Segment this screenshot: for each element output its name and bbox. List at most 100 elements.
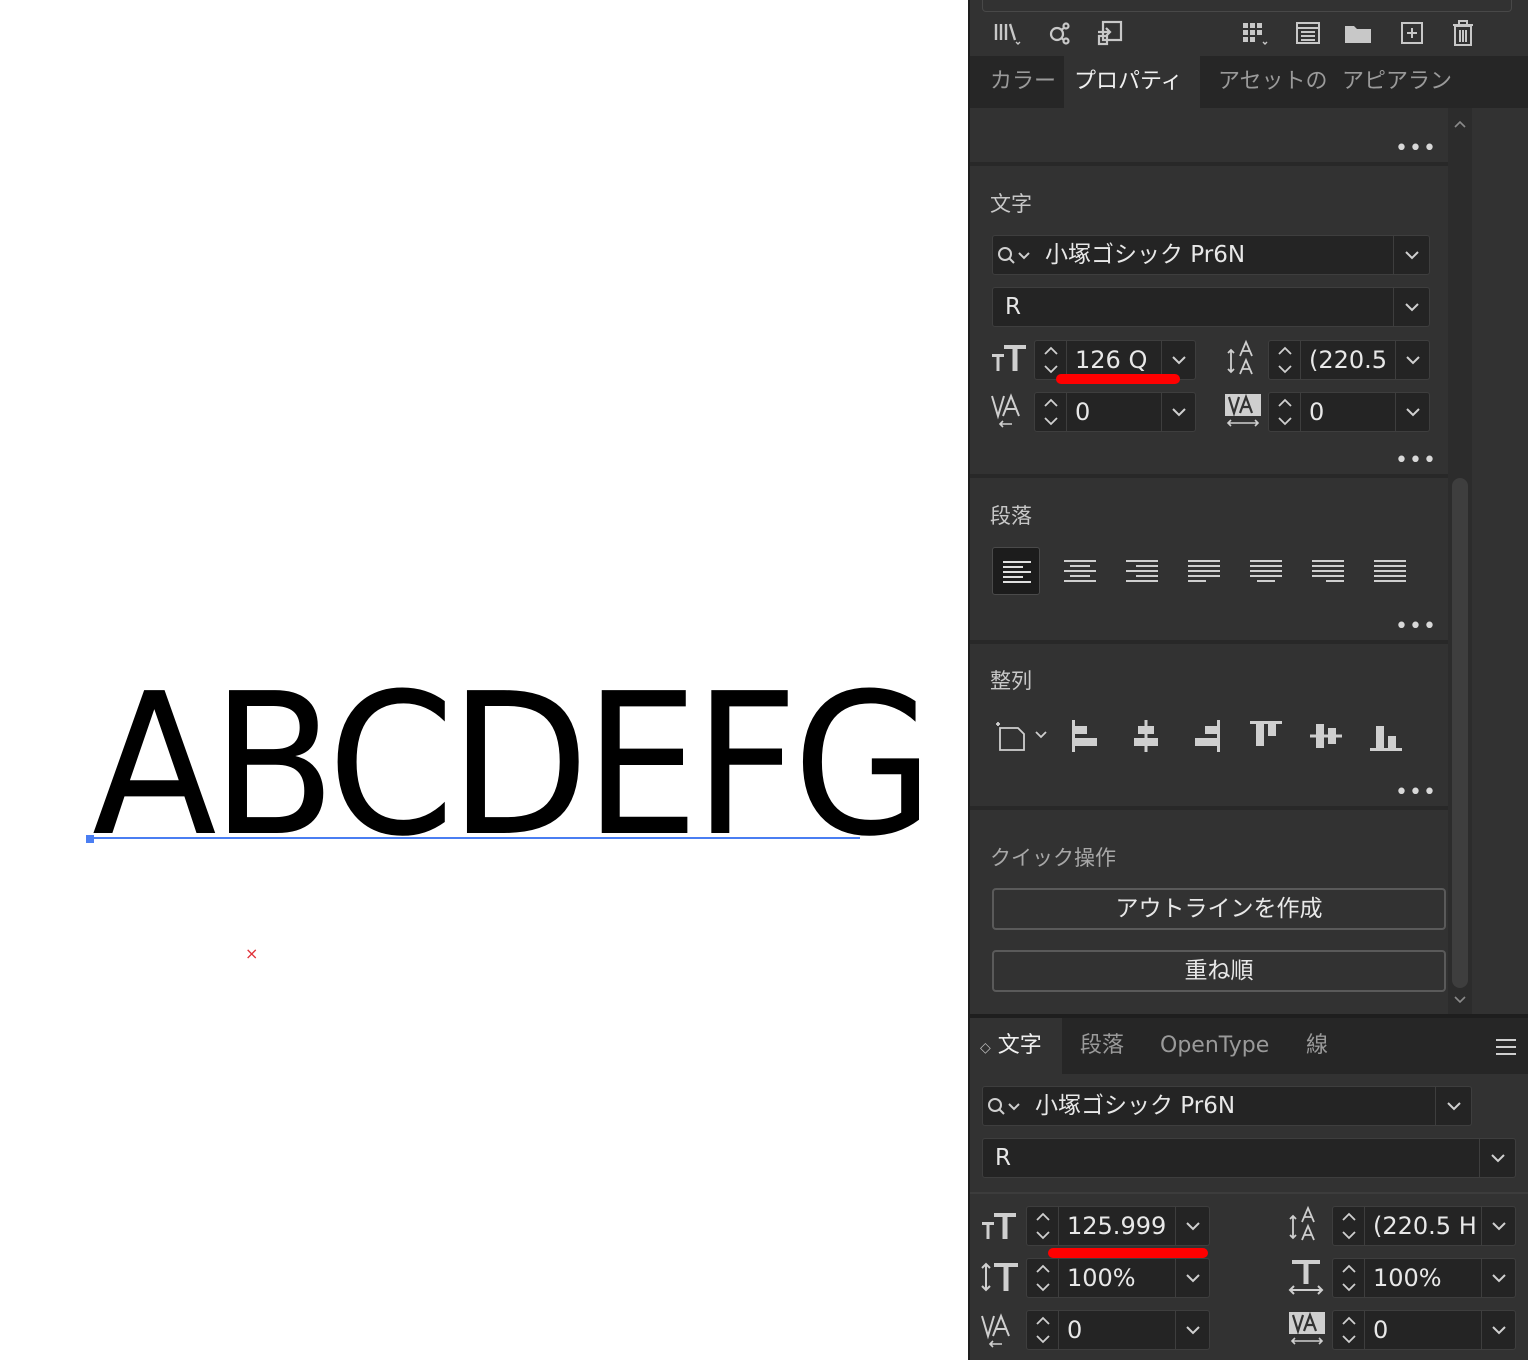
leading-stepper[interactable] bbox=[1269, 341, 1301, 379]
character-panel-tabs: ◇ 文字 段落 OpenType 線 bbox=[970, 1018, 1528, 1074]
properties-panel: ••• 文字 小塚ゴシック Pr6N R 126 Q (220.5 0 0 ••… bbox=[970, 108, 1450, 1014]
font-size-field-2[interactable]: 125.999 bbox=[1026, 1206, 1210, 1246]
align-section-title: 整列 bbox=[990, 669, 1032, 693]
libraries-icon[interactable] bbox=[992, 18, 1022, 48]
scroll-up-icon[interactable] bbox=[1453, 116, 1467, 130]
justify-center-button[interactable] bbox=[1242, 547, 1290, 595]
arrange-button[interactable]: 重ね順 bbox=[992, 950, 1446, 992]
tab-paragraph[interactable]: 段落 bbox=[1070, 1018, 1134, 1074]
panel-menu-icon[interactable] bbox=[1494, 1036, 1518, 1058]
justify-right-button[interactable] bbox=[1304, 547, 1352, 595]
create-outlines-button[interactable]: アウトラインを作成 bbox=[992, 888, 1446, 930]
chevron-down-icon[interactable] bbox=[1395, 341, 1429, 379]
leading-field-2[interactable]: (220.5 H bbox=[1332, 1206, 1516, 1246]
chevron-down-icon[interactable] bbox=[1161, 393, 1195, 431]
grid-icon[interactable] bbox=[1240, 18, 1270, 48]
chevron-down-icon[interactable] bbox=[1435, 1087, 1471, 1125]
more-options-top[interactable]: ••• bbox=[1395, 138, 1437, 160]
more-character-options[interactable]: ••• bbox=[1395, 450, 1437, 472]
tracking-value[interactable]: 0 bbox=[1309, 393, 1324, 431]
leading-stepper[interactable] bbox=[1333, 1207, 1365, 1245]
vertical-scale-stepper[interactable] bbox=[1027, 1259, 1059, 1297]
panel-tab-bar: カラー プロパティ アセットの アピアラン bbox=[970, 56, 1528, 108]
horizontal-scale-icon bbox=[1288, 1258, 1324, 1296]
tab-appearance[interactable]: アピアラン bbox=[1332, 56, 1456, 108]
list-icon[interactable] bbox=[1293, 18, 1323, 48]
leading-icon bbox=[1288, 1204, 1322, 1244]
symbol-link-icon[interactable] bbox=[1044, 18, 1074, 48]
kerning-stepper[interactable] bbox=[1027, 1311, 1059, 1349]
trash-icon[interactable] bbox=[1448, 18, 1478, 48]
align-horizontal-center-icon[interactable] bbox=[1126, 716, 1166, 756]
tab-properties[interactable]: プロパティ bbox=[1064, 56, 1200, 108]
more-paragraph-options[interactable]: ••• bbox=[1395, 616, 1437, 638]
font-style-dropdown-2[interactable]: R bbox=[982, 1138, 1516, 1178]
kerning-stepper[interactable] bbox=[1035, 393, 1067, 431]
sample-text-object[interactable]: ABCDEFG bbox=[92, 668, 934, 864]
kerning-field-2[interactable]: 0 bbox=[1026, 1310, 1210, 1350]
leading-value[interactable]: (220.5 bbox=[1309, 341, 1387, 379]
artboard-canvas[interactable]: ABCDEFG × bbox=[0, 0, 968, 1360]
font-size-value-2[interactable]: 125.999 bbox=[1067, 1207, 1166, 1245]
kerning-icon bbox=[990, 392, 1028, 430]
chevron-down-icon[interactable] bbox=[1395, 393, 1429, 431]
horizontal-scale-field[interactable]: 100% bbox=[1332, 1258, 1516, 1298]
more-align-options[interactable]: ••• bbox=[1395, 782, 1437, 804]
tracking-value-2[interactable]: 0 bbox=[1373, 1311, 1388, 1349]
chevron-down-icon[interactable] bbox=[1175, 1207, 1209, 1245]
chevron-down-icon[interactable] bbox=[1479, 1139, 1515, 1177]
justify-left-button[interactable] bbox=[1180, 547, 1228, 595]
chevron-down-icon[interactable] bbox=[1481, 1207, 1515, 1245]
vertical-scale-field[interactable]: 100% bbox=[1026, 1258, 1210, 1298]
scrollbar-thumb[interactable] bbox=[1452, 478, 1468, 988]
tab-asset-export[interactable]: アセットの bbox=[1208, 56, 1328, 108]
chevron-down-icon[interactable] bbox=[1393, 288, 1429, 326]
align-top-edges-icon[interactable] bbox=[1246, 716, 1286, 756]
font-style-value-2: R bbox=[995, 1145, 1011, 1171]
horizontal-scale-stepper[interactable] bbox=[1333, 1259, 1365, 1297]
horizontal-scale-value[interactable]: 100% bbox=[1373, 1259, 1442, 1297]
font-style-dropdown[interactable]: R bbox=[992, 287, 1430, 327]
right-panel-dock: カラー プロパティ アセットの アピアラン ••• 文字 小塚ゴシック Pr6N… bbox=[968, 0, 1528, 1360]
font-size-stepper[interactable] bbox=[1027, 1207, 1059, 1245]
chevron-down-icon[interactable] bbox=[1481, 1259, 1515, 1297]
properties-scrollbar[interactable] bbox=[1448, 108, 1472, 1014]
align-center-button[interactable] bbox=[1056, 547, 1104, 595]
tab-character[interactable]: ◇ 文字 bbox=[970, 1018, 1062, 1074]
leading-value-2[interactable]: (220.5 H bbox=[1373, 1207, 1477, 1245]
kerning-value[interactable]: 0 bbox=[1075, 393, 1090, 431]
align-left-button[interactable] bbox=[992, 547, 1040, 595]
chevron-down-icon[interactable] bbox=[1175, 1259, 1209, 1297]
align-right-edges-icon[interactable] bbox=[1186, 716, 1226, 756]
section-divider bbox=[970, 162, 1450, 166]
kerning-field[interactable]: 0 bbox=[1034, 392, 1196, 432]
tab-color[interactable]: カラー bbox=[980, 56, 1062, 108]
chevron-down-icon[interactable] bbox=[1393, 236, 1429, 274]
vertical-scale-value[interactable]: 100% bbox=[1067, 1259, 1136, 1297]
tracking-stepper[interactable] bbox=[1269, 393, 1301, 431]
tracking-field[interactable]: 0 bbox=[1268, 392, 1430, 432]
align-right-button[interactable] bbox=[1118, 547, 1166, 595]
font-family-value: 小塚ゴシック Pr6N bbox=[1045, 242, 1246, 268]
font-style-value: R bbox=[1005, 294, 1021, 320]
align-vertical-center-icon[interactable] bbox=[1306, 716, 1346, 756]
tracking-field-2[interactable]: 0 bbox=[1332, 1310, 1516, 1350]
font-family-dropdown[interactable]: 小塚ゴシック Pr6N bbox=[992, 235, 1430, 275]
add-icon[interactable] bbox=[1397, 18, 1427, 48]
tab-stroke[interactable]: 線 bbox=[1296, 1018, 1338, 1074]
kerning-value-2[interactable]: 0 bbox=[1067, 1311, 1082, 1349]
chevron-down-icon[interactable] bbox=[1175, 1311, 1209, 1349]
align-bottom-edges-icon[interactable] bbox=[1366, 716, 1406, 756]
export-icon[interactable] bbox=[1095, 18, 1125, 48]
scroll-down-icon[interactable] bbox=[1453, 992, 1467, 1006]
justify-all-button[interactable] bbox=[1366, 547, 1414, 595]
font-family-dropdown-2[interactable]: 小塚ゴシック Pr6N bbox=[982, 1086, 1472, 1126]
leading-field[interactable]: (220.5 bbox=[1268, 340, 1430, 380]
chevron-down-icon[interactable] bbox=[1481, 1311, 1515, 1349]
tab-opentype[interactable]: OpenType bbox=[1150, 1018, 1279, 1074]
folder-icon[interactable] bbox=[1343, 18, 1373, 48]
text-anchor-point[interactable] bbox=[86, 835, 94, 843]
tracking-stepper[interactable] bbox=[1333, 1311, 1365, 1349]
align-left-edges-icon[interactable] bbox=[1066, 716, 1106, 756]
align-to-dropdown-icon[interactable] bbox=[994, 716, 1050, 756]
